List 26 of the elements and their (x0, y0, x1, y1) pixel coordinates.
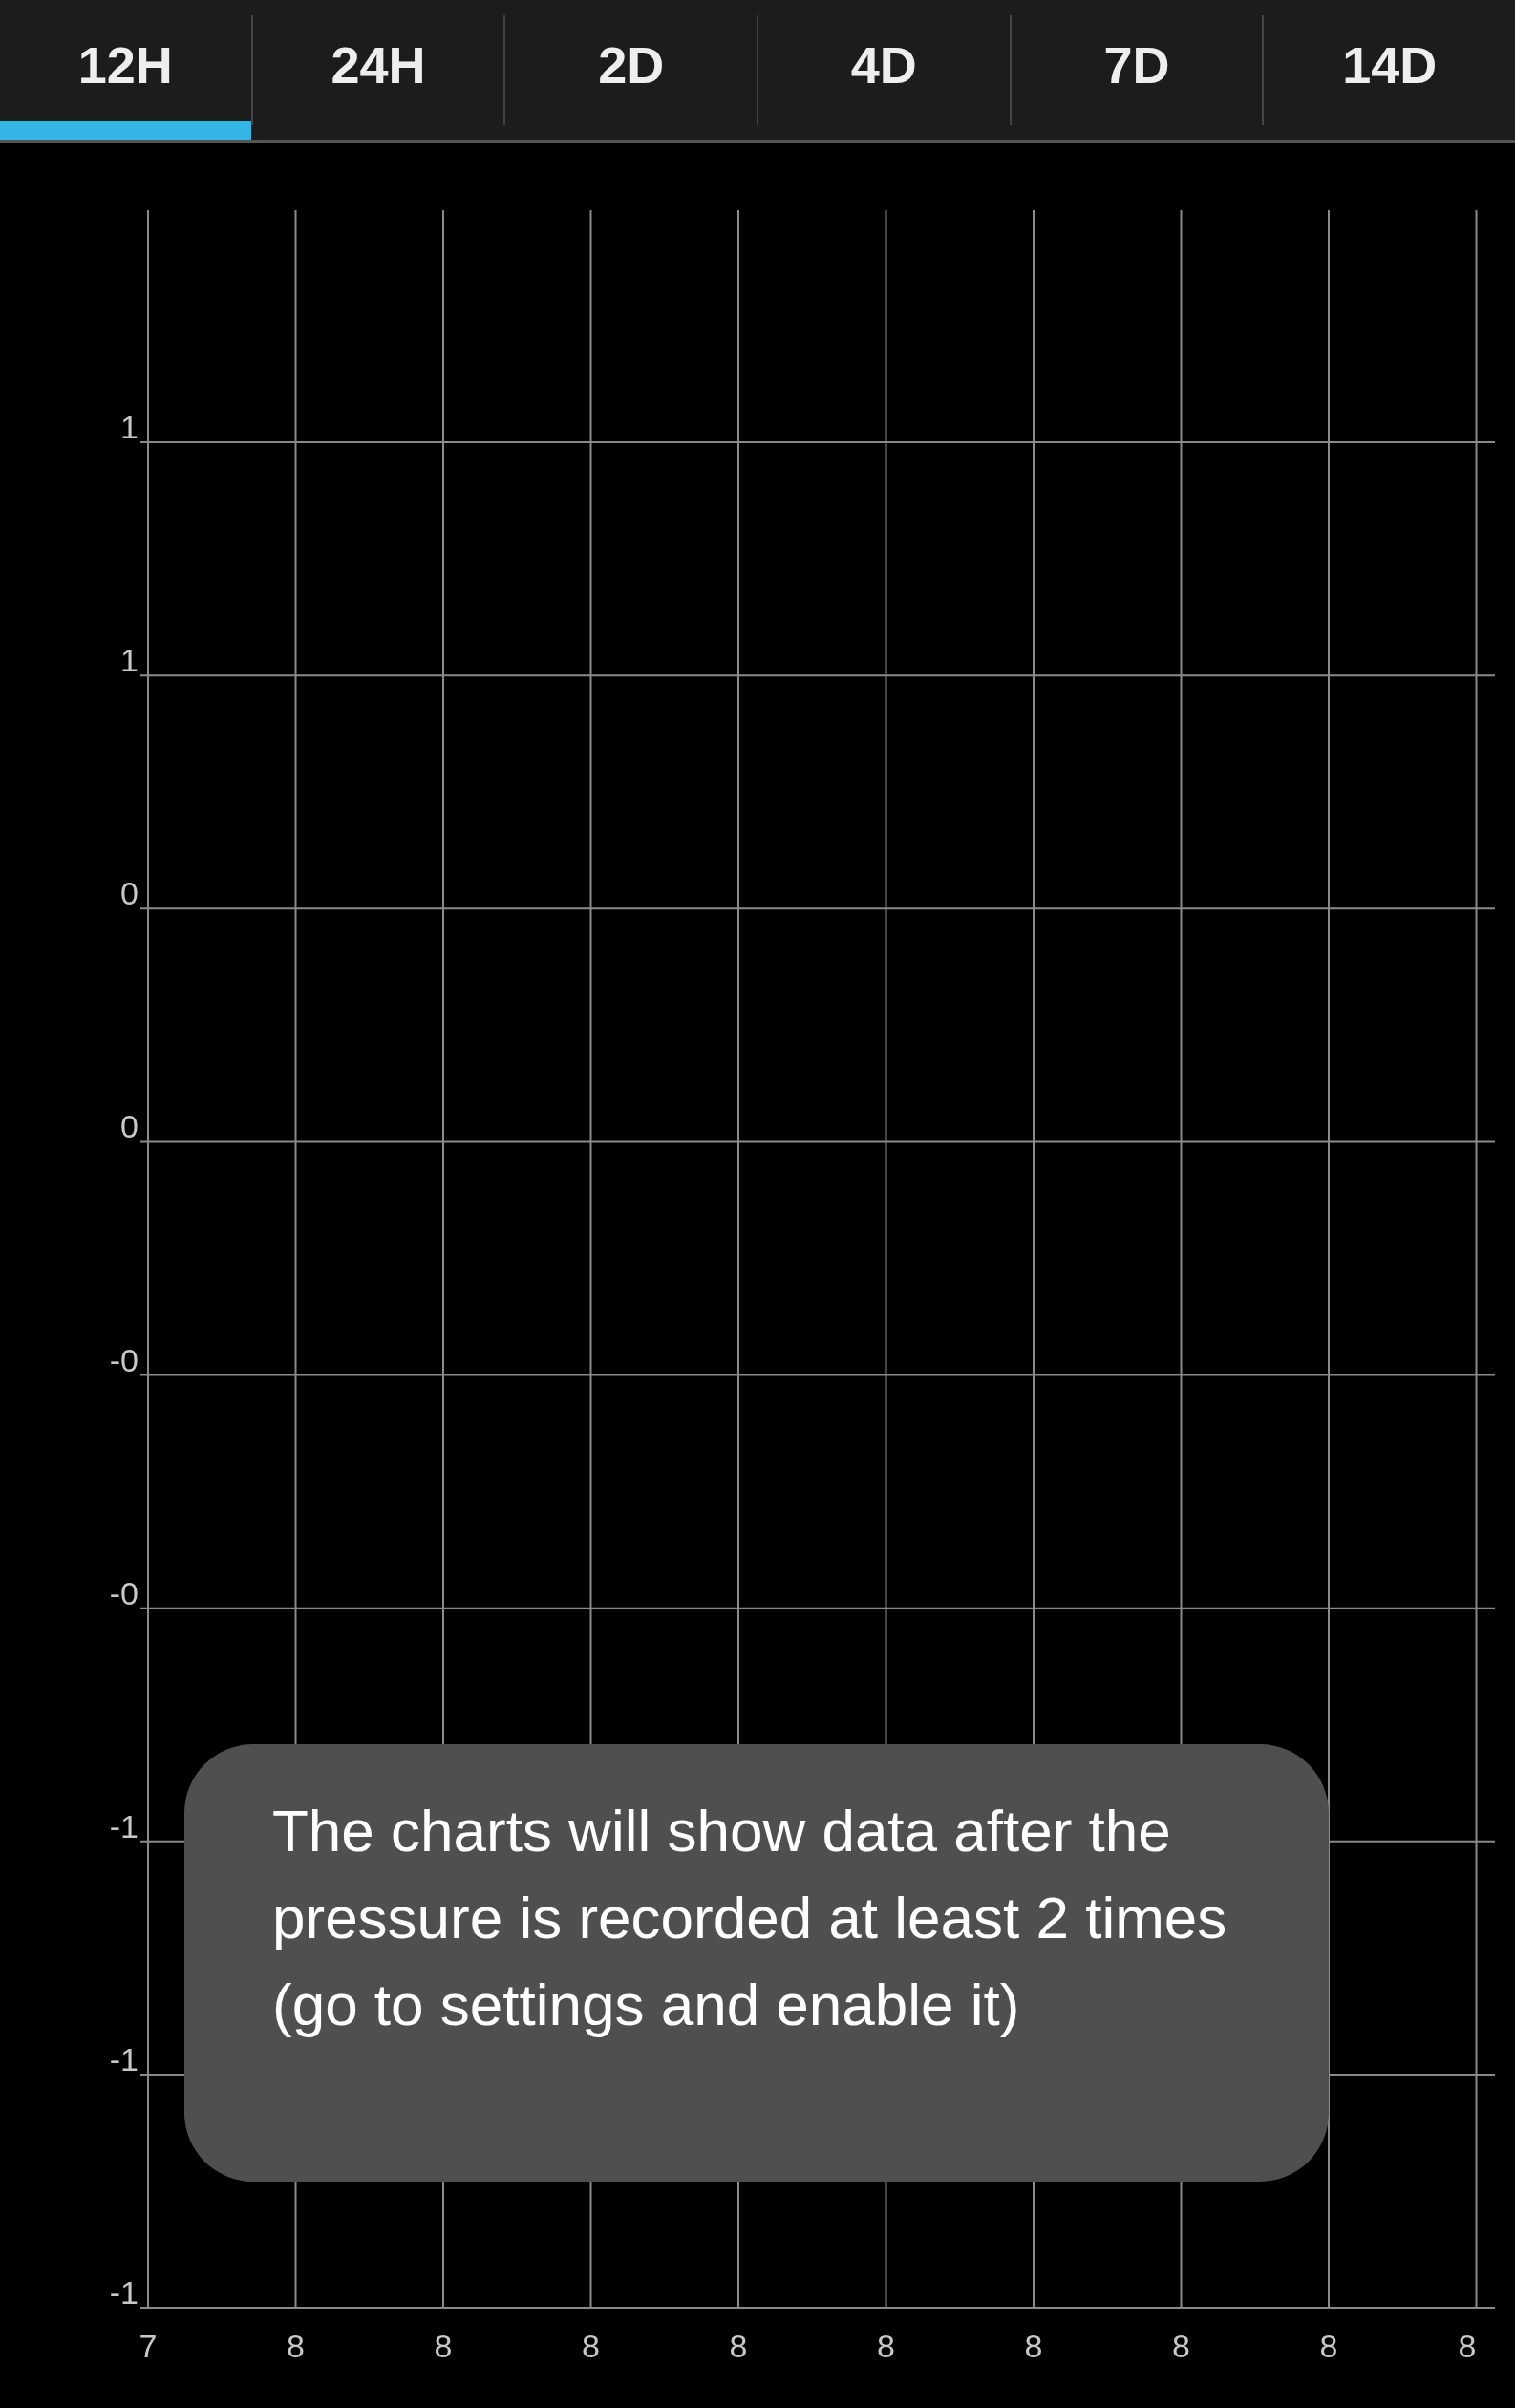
toast-text: The charts will show data after the pressure is recorded at least 2 times (go to settings and enable it) (272, 1797, 1228, 2039)
x-axis-label: 8 (1319, 2328, 1338, 2364)
x-axis-label: 8 (287, 2328, 305, 2364)
y-axis-label: -1 (109, 1807, 139, 1844)
x-axis-label: 8 (1172, 2328, 1190, 2364)
y-axis-label: -1 (109, 2040, 139, 2078)
x-axis-label: 7 (139, 2328, 158, 2364)
period-tab[interactable]: 7D (1011, 0, 1263, 140)
period-tab[interactable]: 4D (758, 0, 1010, 140)
x-axis-label: 8 (1458, 2328, 1477, 2364)
y-axis-label: 1 (120, 642, 139, 679)
x-axis-label: 8 (434, 2328, 453, 2364)
x-axis-label: 8 (582, 2328, 600, 2364)
period-tab[interactable]: 14D (1264, 0, 1515, 140)
y-axis-label: 0 (120, 875, 139, 912)
y-axis-label: -0 (109, 1574, 139, 1611)
x-axis-label: 8 (877, 2328, 895, 2364)
period-tab[interactable]: 2D (505, 0, 757, 140)
period-tab[interactable]: 12H (0, 0, 251, 140)
y-axis-label: 0 (120, 1108, 139, 1145)
y-axis-label: 1 (120, 409, 139, 445)
period-tab[interactable]: 24H (252, 0, 504, 140)
y-axis-label: -1 (109, 2274, 139, 2311)
x-axis-label: 8 (1024, 2328, 1043, 2364)
y-axis-label: -0 (109, 1341, 139, 1378)
x-axis-label: 8 (729, 2328, 748, 2364)
